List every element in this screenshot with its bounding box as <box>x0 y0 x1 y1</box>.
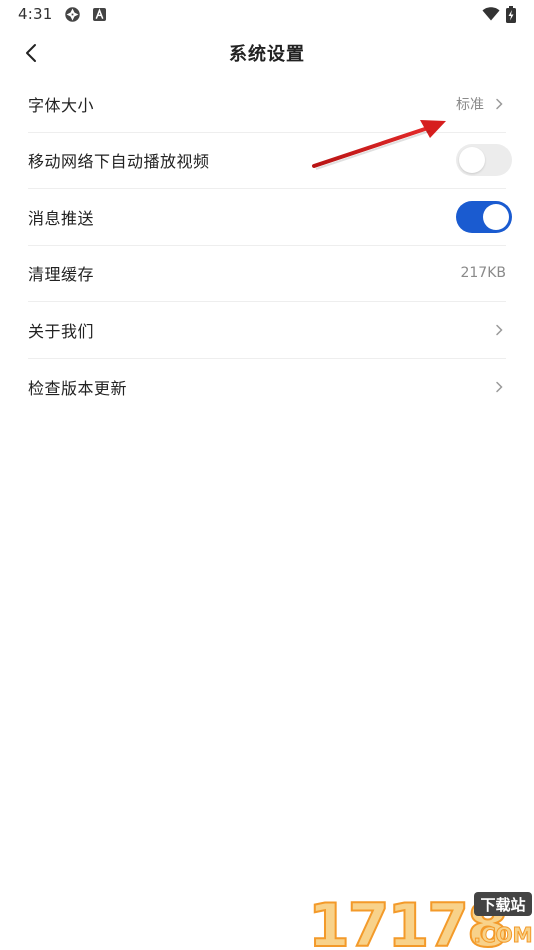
page-title: 系统设置 <box>229 44 305 65</box>
push-notifications-toggle[interactable] <box>456 200 512 233</box>
aperture-icon <box>64 6 81 23</box>
setting-label: 字体大小 <box>28 95 95 115</box>
chevron-left-icon <box>26 44 36 62</box>
settings-list: 字体大小 标准 移动网络下自动播放视频 消息推送 清理缓存 217KB 关于我们… <box>28 76 512 416</box>
wifi-icon <box>482 7 500 21</box>
app-header: 系统设置 <box>0 28 534 78</box>
autoplay-video-toggle[interactable] <box>456 144 512 177</box>
setting-label: 关于我们 <box>28 321 95 341</box>
setting-autoplay-video: 移动网络下自动播放视频 <box>28 133 512 189</box>
setting-label: 消息推送 <box>28 208 95 228</box>
setting-about-us[interactable]: 关于我们 <box>28 302 506 359</box>
setting-label: 检查版本更新 <box>28 378 128 398</box>
back-button[interactable] <box>14 36 48 70</box>
setting-label: 清理缓存 <box>28 265 95 285</box>
chevron-right-icon <box>492 380 506 394</box>
status-bar: 4:31 <box>0 0 534 28</box>
setting-value: 标准 <box>456 96 484 113</box>
watermark-domain: .COM <box>473 923 532 947</box>
battery-charging-icon <box>506 5 516 23</box>
toggle-knob <box>459 147 485 174</box>
site-watermark: 17178 下载站 .COM <box>307 884 534 950</box>
font-a-icon <box>93 7 107 21</box>
setting-label: 移动网络下自动播放视频 <box>28 152 210 172</box>
chevron-right-icon <box>492 323 506 337</box>
setting-clear-cache[interactable]: 清理缓存 217KB <box>28 246 506 302</box>
setting-push-notifications: 消息推送 <box>28 189 512 246</box>
cache-size-value: 217KB <box>460 265 506 282</box>
settings-screen: 4:31 系统设置 字体大小 标准 移动网络下自动播放视频 消息推送 清理缓存 … <box>0 0 534 950</box>
setting-font-size[interactable]: 字体大小 标准 <box>28 76 506 133</box>
toggle-knob <box>483 203 509 230</box>
setting-check-update[interactable]: 检查版本更新 <box>28 359 506 416</box>
watermark-badge: 下载站 <box>480 896 525 914</box>
chevron-right-icon <box>492 97 506 111</box>
status-time: 4:31 <box>18 5 53 23</box>
